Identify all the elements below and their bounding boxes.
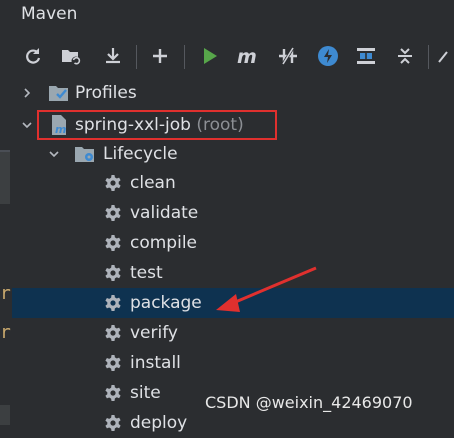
goal-clean[interactable]: clean [12, 168, 454, 198]
goal-label: package [130, 293, 202, 313]
gear-icon [102, 172, 124, 194]
panel-title: Maven [21, 4, 78, 24]
goal-verify[interactable]: verify [12, 318, 454, 348]
gear-icon [102, 382, 124, 404]
show-dependencies-icon[interactable] [353, 42, 379, 70]
add-icon[interactable] [147, 42, 173, 70]
lifecycle-folder-icon [74, 143, 96, 165]
tree-item-profiles[interactable]: Profiles [12, 78, 454, 108]
maven-tool-window: Maven m Profiles m spring-xxl-job (root)… [12, 0, 454, 433]
goal-label: site [130, 383, 161, 403]
toggle-offline-icon[interactable] [275, 42, 301, 70]
svg-text:m: m [237, 46, 257, 66]
maven-toolbar: m [12, 38, 454, 74]
goal-label: clean [130, 173, 176, 193]
goal-label: test [130, 263, 163, 283]
run-icon[interactable] [197, 42, 223, 70]
goal-label: install [130, 353, 181, 373]
gutter-divider [0, 150, 10, 152]
download-icon[interactable] [100, 42, 126, 70]
tree-item-label: Lifecycle [103, 144, 178, 164]
gear-icon [102, 232, 124, 254]
highlight-box [37, 110, 277, 140]
goal-validate[interactable]: validate [12, 198, 454, 228]
goal-compile[interactable]: compile [12, 228, 454, 258]
gear-icon [102, 292, 124, 314]
gear-icon [102, 262, 124, 284]
annotation-arrow [216, 266, 317, 312]
tree-item-lifecycle[interactable]: Lifecycle [12, 139, 454, 169]
gear-icon [102, 352, 124, 374]
skip-tests-icon[interactable] [315, 42, 341, 70]
goal-install[interactable]: install [12, 348, 454, 378]
collapse-all-icon[interactable] [392, 42, 418, 70]
left-editor-strip: r r [0, 0, 12, 425]
goal-label: validate [130, 203, 199, 223]
tree-item-label: Profiles [75, 83, 137, 103]
toolbar-separator [428, 45, 429, 69]
gear-icon [102, 322, 124, 344]
toolbar-separator [136, 45, 137, 69]
profiles-folder-icon [48, 82, 70, 104]
reload-icon[interactable] [20, 42, 46, 70]
editor-gutter-block [0, 150, 10, 204]
watermark: CSDN @weixin_42469070 [205, 393, 413, 412]
edge-glyph: r [0, 283, 11, 304]
toolbar-separator [184, 45, 185, 69]
overflow-icon[interactable] [432, 42, 454, 70]
chevron-down-icon[interactable] [47, 147, 61, 161]
editor-gutter-block-bottom [0, 405, 10, 425]
goal-label: deploy [130, 413, 188, 433]
goal-deploy[interactable]: deploy [12, 408, 454, 438]
gear-icon [102, 412, 124, 434]
chevron-right-icon[interactable] [20, 86, 34, 100]
goal-label: compile [130, 233, 198, 253]
chevron-down-icon[interactable] [20, 118, 34, 132]
execute-goal-icon[interactable]: m [236, 42, 262, 70]
edge-glyph: r [0, 322, 11, 343]
generate-sources-icon[interactable] [58, 42, 84, 70]
goal-label: verify [130, 323, 178, 343]
gear-icon [102, 202, 124, 224]
